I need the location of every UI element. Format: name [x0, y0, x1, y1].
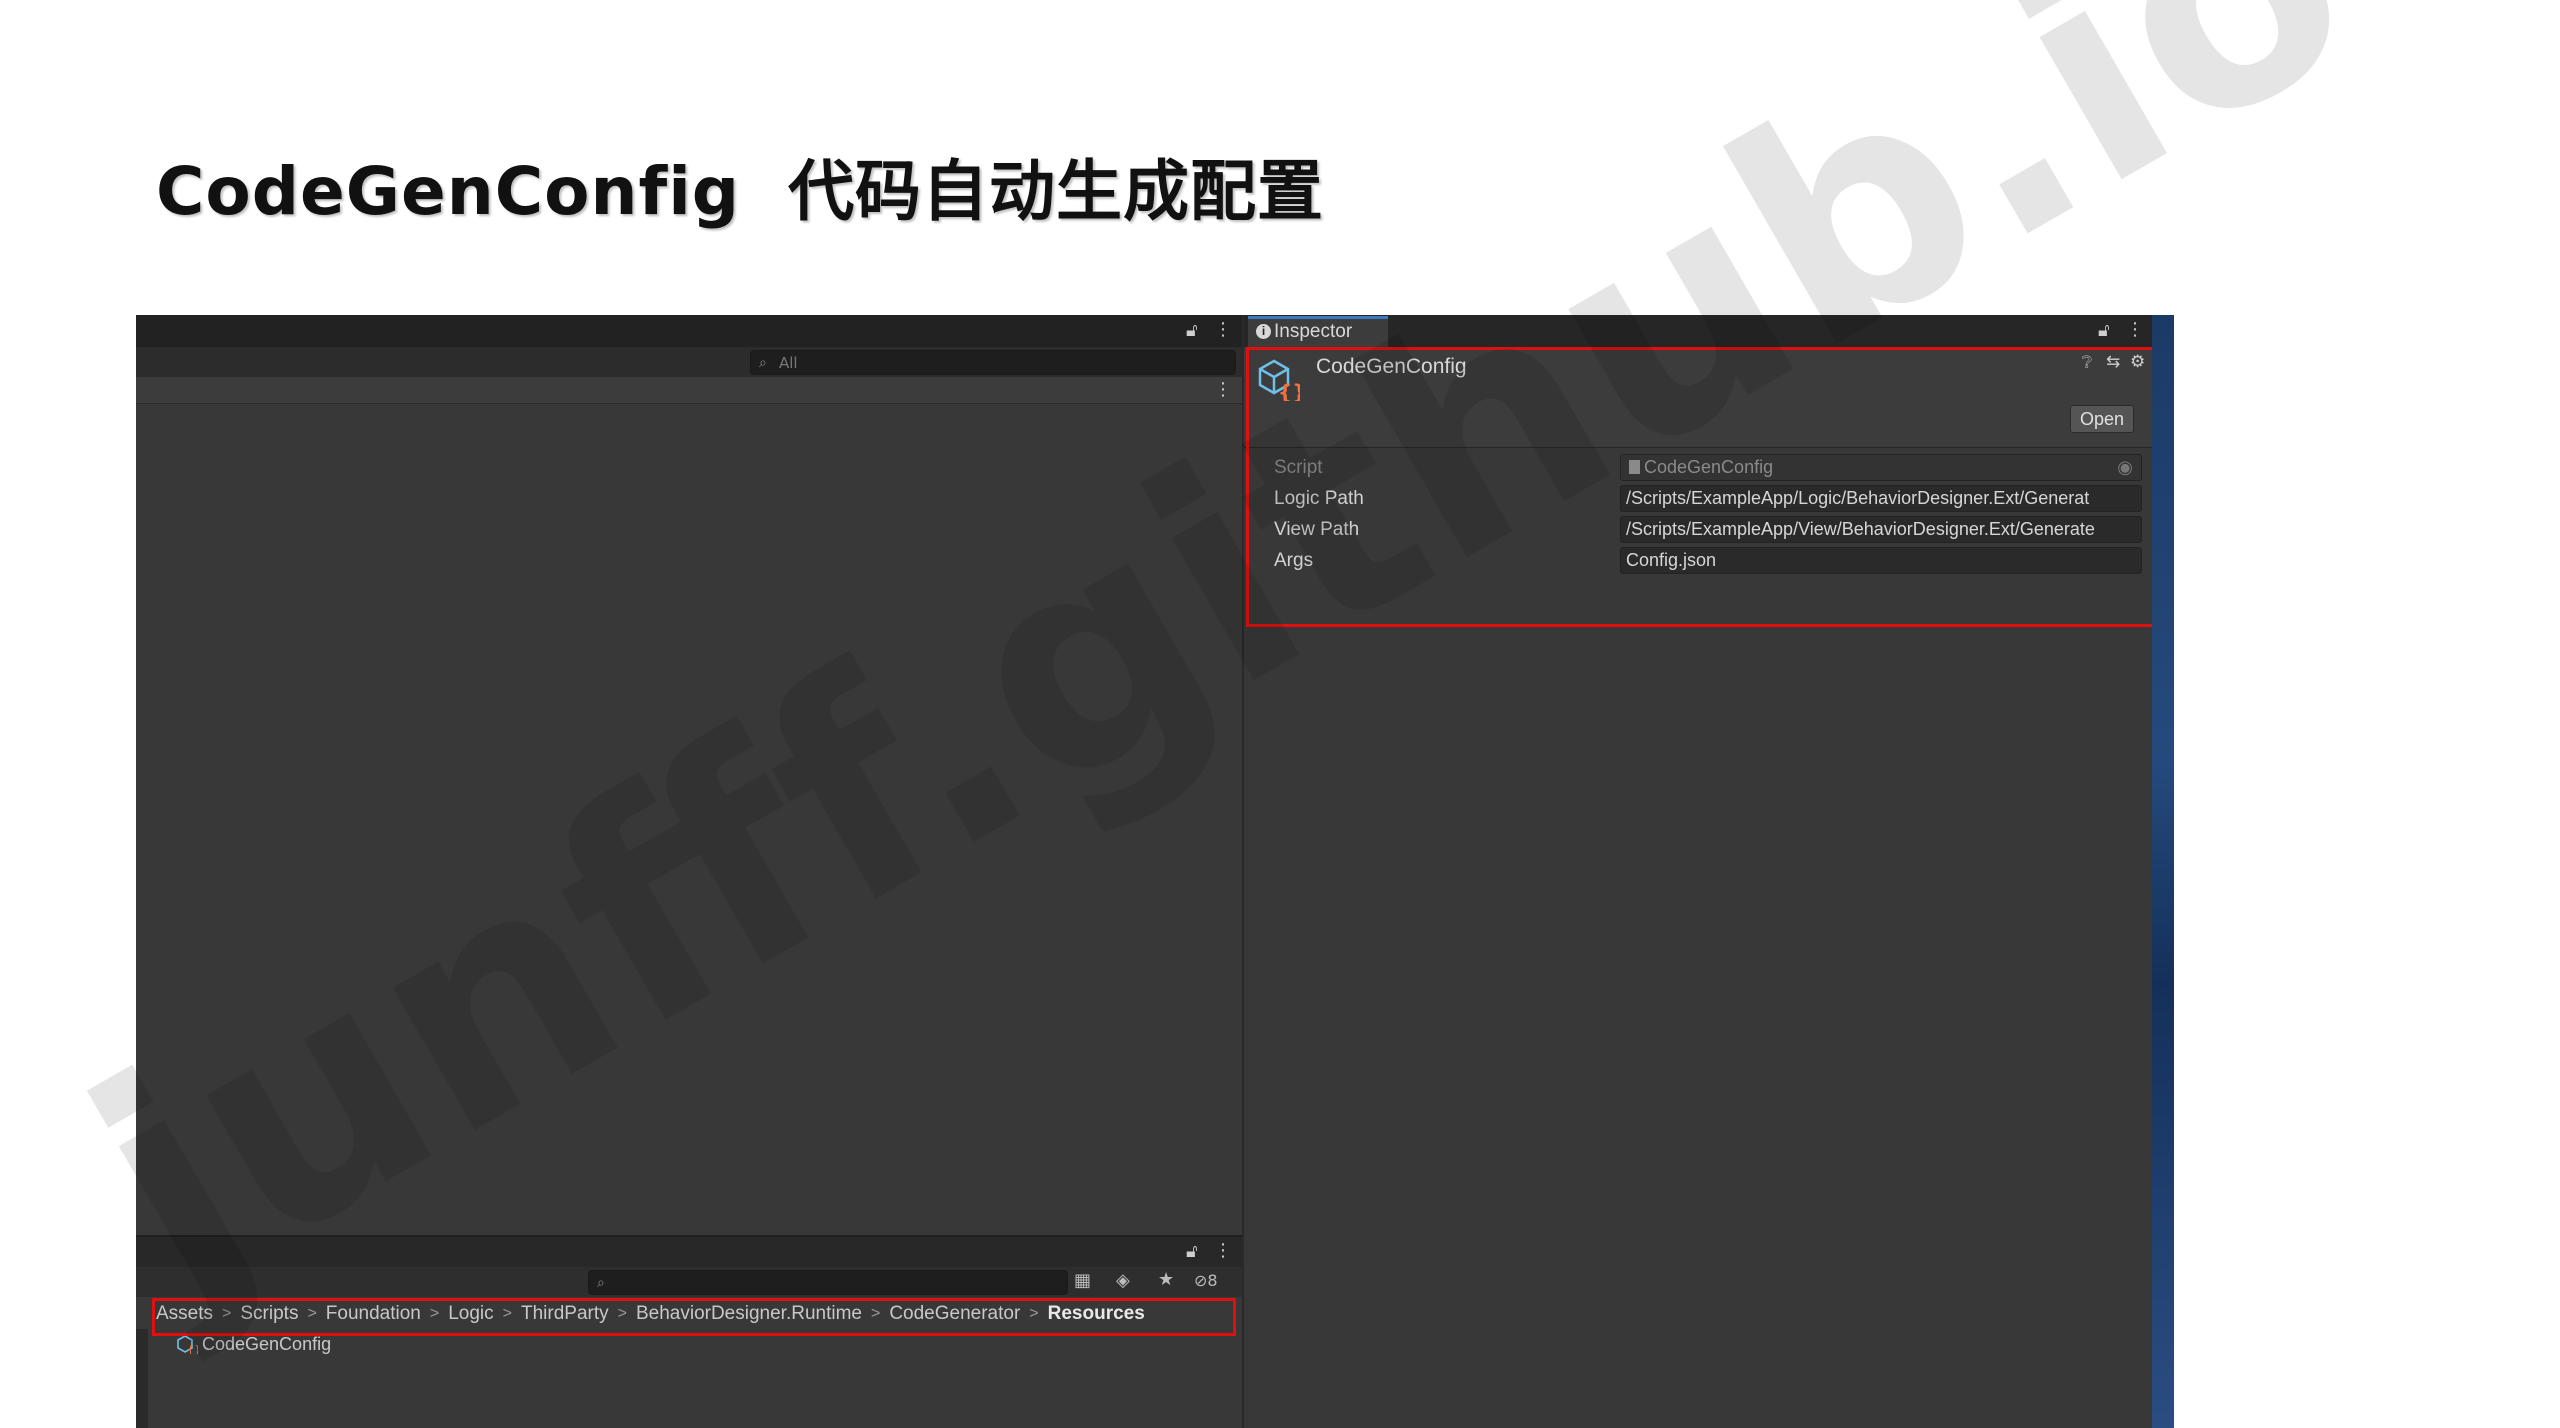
project-search-input[interactable]: ⌕ — [588, 1270, 1068, 1295]
project-toolbar: ⌕ ▦ ◈ ★ ⊘8 — [136, 1267, 1242, 1297]
background-window-strip — [2152, 315, 2174, 1428]
hierarchy-panel: 🔓︎ ⋮ ⌕ All ⋮ 🔓︎ ⋮ ⌕ ▦ ◈ ★ ⊘8 Assets > Sc… — [136, 315, 1242, 1428]
slide-title-en: CodeGenConfig — [156, 153, 741, 230]
inspector-tabbar: i Inspector 🔓︎ ⋮ — [1244, 315, 2164, 347]
hierarchy-search-input[interactable]: ⌕ All — [750, 350, 1236, 375]
project-folder-tree — [136, 1329, 148, 1428]
inspector-tab-label: Inspector — [1274, 321, 1353, 342]
breadcrumb-highlight-box — [152, 1298, 1236, 1336]
lock-icon[interactable]: 🔓︎ — [2098, 321, 2110, 341]
hidden-packages-toggle[interactable]: ⊘8 — [1194, 1271, 1218, 1291]
kebab-menu-icon[interactable]: ⋮ — [1214, 1241, 1232, 1261]
unity-editor-screenshot: 🔓︎ ⋮ ⌕ All ⋮ 🔓︎ ⋮ ⌕ ▦ ◈ ★ ⊘8 Assets > Sc… — [136, 315, 2174, 1428]
lock-icon[interactable]: 🔓︎ — [1186, 1242, 1198, 1262]
filter-by-label-icon[interactable]: ◈ — [1116, 1271, 1130, 1291]
lock-icon[interactable]: 🔓︎ — [1186, 321, 1198, 341]
eye-slash-icon: ⊘ — [1194, 1271, 1208, 1290]
hierarchy-toolbar: ⌕ All — [136, 347, 1242, 377]
hierarchy-search-placeholder: All — [779, 354, 798, 372]
search-icon: ⌕ — [597, 1275, 605, 1291]
search-icon: ⌕ — [759, 355, 767, 371]
project-tabbar: 🔓︎ ⋮ — [136, 1237, 1242, 1267]
hierarchy-tabbar: 🔓︎ ⋮ — [136, 315, 1242, 347]
slide-title: CodeGenConfig 代码自动生成配置 — [156, 138, 1324, 234]
favorite-star-icon[interactable]: ★ — [1158, 1270, 1174, 1290]
hierarchy-content — [136, 404, 1242, 1234]
inspector-panel: i Inspector 🔓︎ ⋮ {} CodeGenConfig ❔︎ ⇆ ⚙… — [1244, 315, 2164, 1428]
kebab-menu-icon[interactable]: ⋮ — [1214, 380, 1232, 400]
filter-by-type-icon[interactable]: ▦ — [1074, 1271, 1091, 1291]
tab-inspector[interactable]: i Inspector — [1248, 316, 1388, 347]
kebab-menu-icon[interactable]: ⋮ — [1214, 320, 1232, 340]
inspector-highlight-box — [1246, 347, 2160, 627]
hierarchy-header: ⋮ — [136, 377, 1242, 404]
file-name: CodeGenConfig — [202, 1333, 332, 1354]
slide-title-zh: 代码自动生成配置 — [788, 153, 1325, 230]
hidden-packages-count: 8 — [1207, 1271, 1218, 1290]
info-icon: i — [1256, 324, 1271, 339]
codegen-config-asset-icon: {} — [177, 1335, 198, 1354]
kebab-menu-icon[interactable]: ⋮ — [2126, 320, 2144, 340]
svg-text:{}: {} — [187, 1343, 198, 1354]
